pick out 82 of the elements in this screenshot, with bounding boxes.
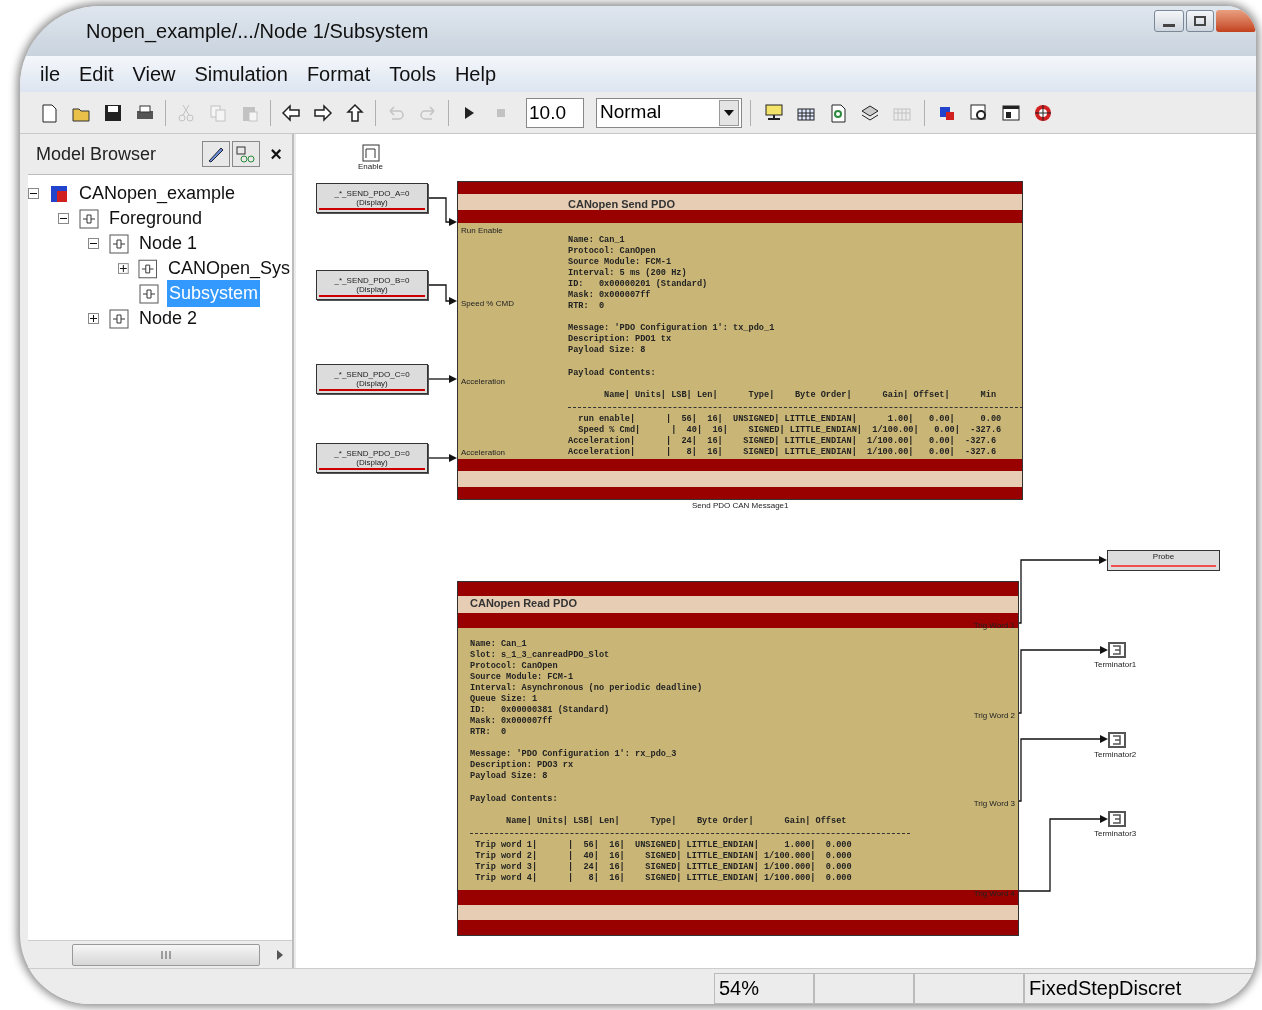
window-title: Nopen_example/.../Node 1/Subsystem [86, 19, 429, 45]
close-button[interactable]: × [264, 142, 288, 166]
port-label: Run Enable [461, 226, 503, 235]
port-label: Trig Word 4 [973, 889, 1015, 898]
block-label: Enable [358, 162, 383, 171]
port-label: Trig Word 1 [973, 621, 1015, 630]
menu-item[interactable]: Simulation [194, 59, 288, 89]
block-text: ID: 0x00000381 (Standard) [470, 705, 611, 716]
dropdown-value: Normal [599, 100, 663, 125]
block-text: RTR: 0 [470, 727, 508, 738]
tree-item[interactable]: Node 1 [137, 230, 200, 257]
port-label: Trig Word 2 [973, 711, 1015, 720]
table-row-text: Acceleration| | 8| 16| SIGNED| LITTLE_ENDIAN| 1/100.00| 0.00| -327.6 [568, 447, 998, 458]
block-text: Message: 'PDO Configuration 1': tx_pdo_1 [568, 323, 776, 334]
block-name: Probe [1152, 551, 1175, 563]
block-text: Protocol: CanOpen [470, 661, 559, 672]
display-block[interactable]: _*_SEND_PDO_C=0 (Display) [316, 364, 428, 394]
block-subtitle: (Display) [356, 198, 388, 207]
block-label: Terminator1 [1094, 660, 1137, 669]
table-header: Name| Units| LSB| Len| Type| Byte Order| Gain| Offset| Min [603, 390, 998, 401]
table-row-text: Trip word 1| | 56| 16| UNSIGNED| LITTLE_ENDIAN| 1.000| 0.000 [474, 840, 853, 851]
block-name: _*_SEND_PDO_A=0 [334, 189, 410, 198]
port-label: Trig Word 3 [973, 799, 1015, 808]
block-subtitle: (Display) [356, 379, 388, 388]
stop-time-field[interactable]: 10.0 [526, 97, 584, 128]
table-row-text: run enable| | 56| 16| UNSIGNED| LITTLE_ENDIAN| 1.00| 0.00| 0.00 [577, 414, 1003, 425]
port-label: Speed % CMD [461, 299, 514, 308]
menu-item[interactable]: ile [40, 59, 60, 89]
block-text: Mask: 0x000007ff [470, 716, 554, 727]
probe-block[interactable]: Probe [1107, 550, 1220, 571]
block-name: _*_SEND_PDO_C=0 [334, 370, 410, 379]
menu-item[interactable]: View [132, 59, 176, 89]
block-text: Payload Size: 8 [470, 771, 549, 782]
tree-item[interactable]: Foreground [107, 205, 205, 232]
block-name: _*_SEND_PDO_D=0 [334, 449, 410, 458]
block-caption: Send PDO CAN Message1 [692, 500, 789, 512]
table-header: Name| Units| LSB| Len| Type| Byte Order| Gain| Offset [505, 816, 848, 827]
port-label: Acceleration [461, 448, 506, 457]
block-text: Protocol: CanOpen [568, 246, 657, 257]
table-row-text: Trip word 2| | 40| 16| SIGNED| LITTLE_ENDIAN| 1/100.000| 0.000 [474, 851, 853, 862]
zoom-level: 54% [714, 973, 814, 1004]
display-block[interactable]: _*_SEND_PDO_B=0 (Display) [316, 270, 428, 300]
table-row-text: Acceleration| | 24| 16| SIGNED| LITTLE_ENDIAN| 1/100.00| 0.00| -327.6 [568, 436, 998, 447]
menu-item[interactable]: Edit [79, 59, 114, 89]
block-text: RTR: 0 [568, 301, 606, 312]
block-text: Description: PDO1 tx [568, 334, 673, 345]
display-block[interactable]: _*_SEND_PDO_A=0 (Display) [316, 183, 428, 213]
port-label: Acceleration [461, 377, 506, 386]
block-label: Terminator3 [1094, 829, 1137, 838]
block-subtitle: (Display) [356, 458, 388, 467]
table-row-text: Trip word 4| | 8| 16| SIGNED| LITTLE_ENDIAN| 1/100.000| 0.000 [474, 873, 853, 884]
mode-dropdown[interactable]: Normal [596, 97, 742, 128]
block-title: CANopen Read PDO [470, 596, 577, 611]
block-text: Interval: 5 ms (200 Hz) [568, 268, 688, 279]
block-text: Name: Can_1 [470, 639, 528, 650]
block-text: Description: PDO3 rx [470, 760, 575, 771]
table-row-text: Speed % Cmd| | 40| 16| SIGNED| LITTLE_ENDIAN| 1/100.00| 0.00| -327.6 [577, 425, 1003, 436]
block-text: Name: Can_1 [568, 235, 626, 246]
block-text: ID: 0x00000201 (Standard) [568, 279, 709, 290]
tree-item[interactable]: CANOpen_Sys [165, 255, 292, 282]
block-name: _*_SEND_PDO_B=0 [334, 276, 410, 285]
menu-item[interactable]: Help [454, 59, 497, 89]
block-text: Source Module: FCM-1 [470, 672, 575, 683]
menu-item[interactable]: Format [306, 59, 371, 89]
block-text: Payload Contents: [470, 794, 559, 805]
menu-item[interactable]: Tools [389, 59, 436, 89]
panel-title: Model Browser [36, 142, 158, 166]
block-text: Interval: Asynchronous (no periodic deadline) [470, 683, 704, 694]
block-label: Terminator2 [1094, 750, 1137, 759]
block-text: Message: 'PDO Configuration 1': rx_pdo_3 [470, 749, 678, 760]
block-subtitle: (Display) [356, 285, 388, 294]
block-text: Payload Size: 8 [568, 345, 647, 356]
block-text: Payload Contents: [568, 368, 657, 379]
block-text: Slot: s_1_3_canreadPDO_Slot [470, 650, 611, 661]
tree-item[interactable]: CANopen_example [77, 180, 238, 207]
table-row-text: Trip word 3| | 24| 16| SIGNED| LITTLE_ENDIAN| 1/100.000| 0.000 [474, 862, 853, 873]
block-title: CANopen Send PDO [568, 197, 675, 212]
display-block[interactable]: _*_SEND_PDO_D=0 (Display) [316, 443, 428, 473]
block-text: Mask: 0x000007ff [568, 290, 652, 301]
block-text: Queue Size: 1 [470, 694, 539, 705]
block-text: Source Module: FCM-1 [568, 257, 673, 268]
tree-item[interactable]: Node 2 [137, 305, 200, 332]
